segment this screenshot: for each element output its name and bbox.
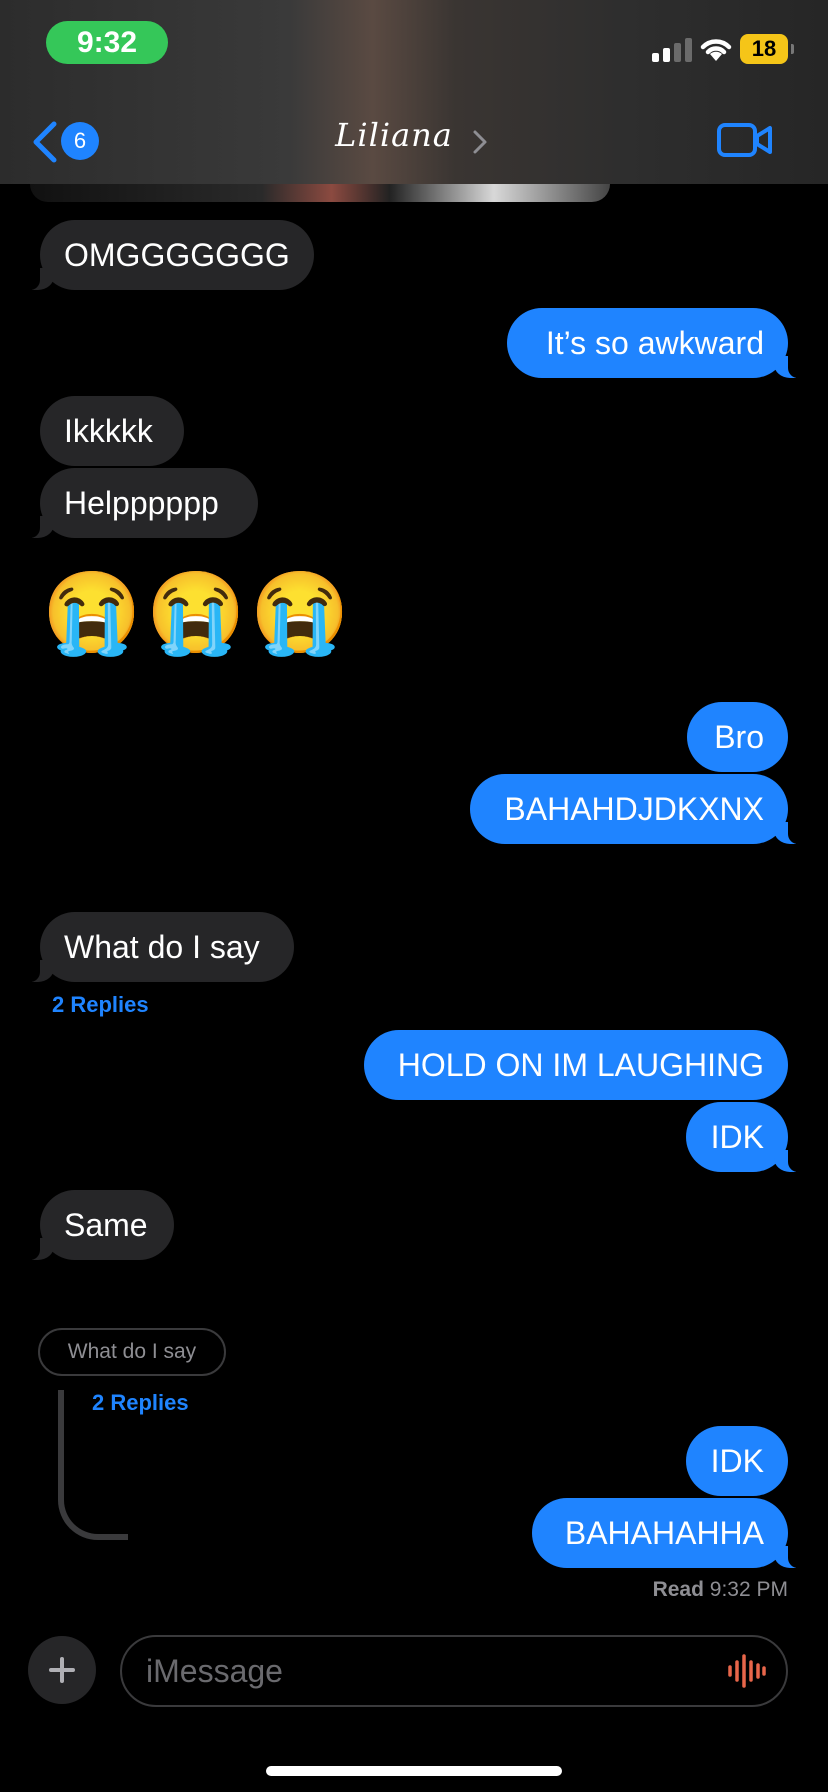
message-bubble-sent[interactable]: HOLD ON IM LAUGHING <box>364 1030 788 1100</box>
message-text: It’s so awkward <box>545 325 764 361</box>
message-bubble-received[interactable]: Ikkkkk <box>40 396 184 466</box>
message-bubble-received[interactable]: Same <box>20 1190 174 1260</box>
message-text: What do I say <box>64 929 260 965</box>
home-indicator[interactable] <box>266 1766 562 1776</box>
crying-emoji[interactable]: 😭 <box>42 568 142 658</box>
add-attachment-button[interactable] <box>28 1636 96 1704</box>
crying-emoji[interactable]: 😭 <box>146 568 246 658</box>
thread-quoted-message[interactable]: What do I say <box>38 1328 226 1376</box>
message-bubble-received[interactable]: OMGGGGGGG <box>20 220 314 290</box>
message-text: Helpppppp <box>64 485 219 521</box>
message-text: Bro <box>714 719 764 755</box>
thread-replies-link[interactable]: 2 Replies <box>52 992 149 1018</box>
imessage-input[interactable] <box>120 1635 788 1707</box>
cellular-signal-icon <box>652 36 692 62</box>
message-text: OMGGGGGGG <box>64 237 290 273</box>
status-time[interactable]: 9:32 <box>46 21 168 64</box>
chevron-right-icon[interactable] <box>472 128 488 156</box>
message-bubble-sent[interactable]: BAHAHAHHA <box>532 1498 808 1568</box>
facetime-video-icon[interactable] <box>716 120 774 160</box>
message-bubble-received[interactable]: What do I say <box>20 912 294 982</box>
message-bubble-sent[interactable]: IDK <box>686 1102 808 1172</box>
battery-indicator: 18 <box>740 34 794 64</box>
read-receipt: Read 9:32 PM <box>653 1578 788 1602</box>
read-time: 9:32 PM <box>709 1578 788 1601</box>
message-text: BAHAHAHHA <box>564 1515 764 1551</box>
message-bubble-sent[interactable]: BAHAHDJDKXNX <box>470 774 808 844</box>
audio-waveform-icon[interactable] <box>726 1653 766 1689</box>
message-text: BAHAHDJDKXNX <box>504 791 764 827</box>
message-bubble-sent[interactable]: Bro <box>687 702 788 772</box>
message-text: Same <box>64 1207 148 1243</box>
thread-replies-link[interactable]: 2 Replies <box>92 1390 189 1416</box>
wifi-icon <box>700 39 732 61</box>
message-bubble-sent[interactable]: It’s so awkward <box>507 308 808 378</box>
contact-name-label[interactable]: Liliana <box>335 116 453 154</box>
photo-attachment[interactable] <box>30 184 610 202</box>
message-text: IDK <box>710 1443 764 1479</box>
message-bubble-received[interactable]: Helpppppp <box>20 468 258 538</box>
message-bubble-sent[interactable]: IDK <box>686 1426 788 1496</box>
message-text: HOLD ON IM LAUGHING <box>397 1047 764 1083</box>
read-label: Read <box>652 1578 704 1601</box>
contact-name[interactable]: Liliana <box>0 116 828 154</box>
message-text: Ikkkkk <box>64 413 153 449</box>
crying-emoji[interactable]: 😭 <box>250 568 350 658</box>
message-text: IDK <box>710 1119 764 1155</box>
conversation-header: 9:32 18 6 Liliana <box>0 0 828 184</box>
